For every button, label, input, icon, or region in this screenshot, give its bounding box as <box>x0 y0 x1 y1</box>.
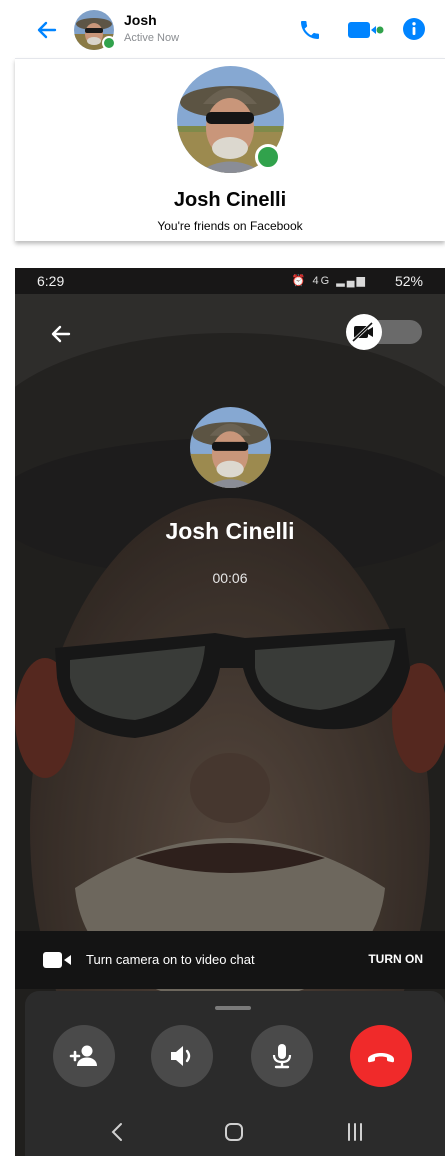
camera-toggle[interactable] <box>346 314 422 350</box>
add-person-button[interactable] <box>53 1025 115 1087</box>
microphone-button[interactable] <box>251 1025 313 1087</box>
turn-on-button[interactable]: TURN ON <box>368 952 423 966</box>
end-call-button[interactable] <box>350 1025 412 1087</box>
speaker-icon <box>171 1046 191 1066</box>
status-time: 6:29 <box>37 273 65 289</box>
hang-up-icon <box>368 1053 394 1063</box>
contact-name[interactable]: Josh <box>124 12 157 28</box>
call-timer: 00:06 <box>212 570 248 586</box>
microphone-icon <box>272 1044 292 1069</box>
online-indicator <box>102 36 116 50</box>
video-camera-icon <box>43 952 71 968</box>
profile-name: Josh Cinelli <box>173 189 287 211</box>
drag-handle[interactable] <box>215 1006 251 1010</box>
video-camera-icon[interactable] <box>348 21 384 39</box>
info-icon[interactable] <box>402 17 426 41</box>
online-indicator <box>255 144 281 170</box>
active-status: Active Now <box>124 32 180 44</box>
network-type: 4G <box>312 275 332 287</box>
nav-home-button[interactable] <box>219 1117 249 1147</box>
add-person-icon <box>69 1045 97 1066</box>
call-avatar <box>190 407 271 488</box>
call-contact-name: Josh Cinelli <box>165 518 295 544</box>
call-controls <box>25 991 445 1156</box>
phone-icon[interactable] <box>298 18 322 42</box>
camera-banner-text: Turn camera on to video chat <box>86 952 255 967</box>
nav-recents-button[interactable] <box>340 1117 370 1147</box>
speaker-button[interactable] <box>151 1025 213 1087</box>
camera-banner: Turn camera on to video chat TURN ON <box>15 931 445 989</box>
chat-header: Josh Active Now <box>15 0 445 58</box>
nav-recents-icon <box>348 1123 362 1141</box>
back-arrow-icon[interactable] <box>35 18 59 42</box>
call-screen: 6:29 ⏰ 4G ▂▄▆ 52% Josh Cinelli 00:06 Tur… <box>15 268 445 1156</box>
profile-card: Josh Cinelli You're friends on Facebook <box>15 58 445 241</box>
nav-back-button[interactable] <box>103 1117 133 1147</box>
nav-back-icon <box>111 1123 122 1141</box>
nav-home-icon <box>225 1123 243 1141</box>
battery-level: 52% <box>394 273 423 289</box>
signal-icons: ⏰ 4G ▂▄▆ <box>291 275 367 287</box>
status-bar: 6:29 ⏰ 4G ▂▄▆ 52% <box>15 268 445 294</box>
friendship-status: You're friends on Facebook <box>157 219 303 233</box>
back-arrow-icon[interactable] <box>49 322 73 346</box>
